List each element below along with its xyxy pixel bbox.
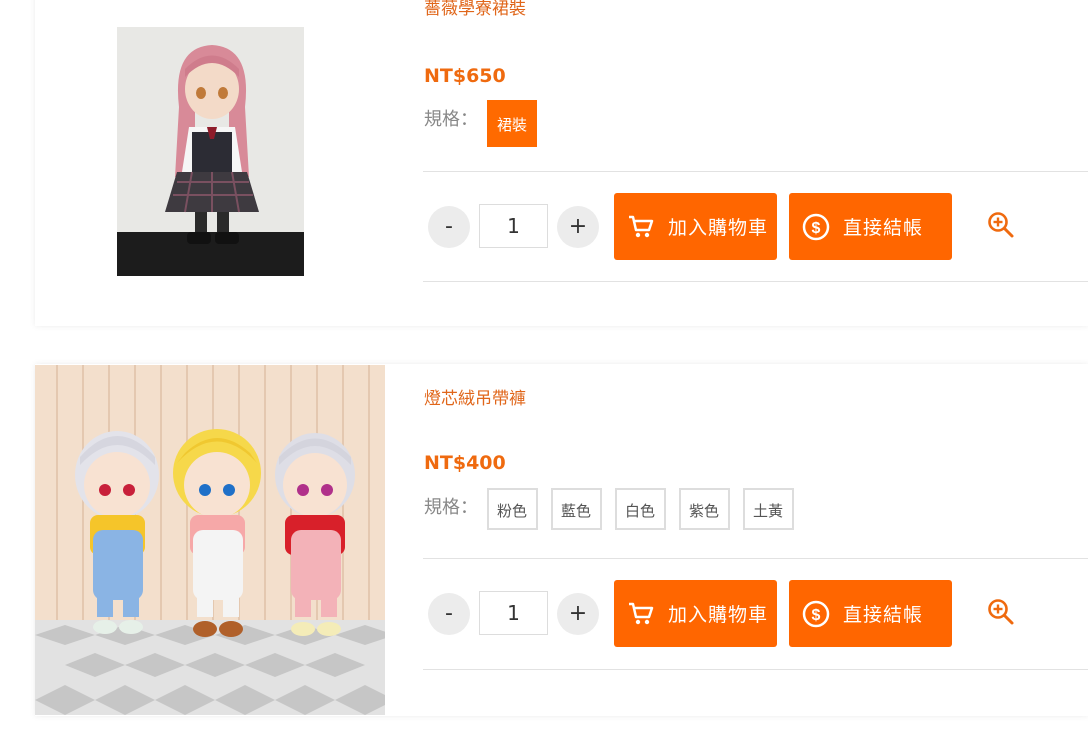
checkout-label: 直接結帳 <box>843 217 924 239</box>
spec-option[interactable]: 裙裝 <box>487 100 538 147</box>
spec-label: 規格： <box>424 497 478 518</box>
quantity-input[interactable]: 1 <box>479 204 548 248</box>
zoom-in-icon[interactable] <box>987 598 1015 626</box>
add-to-cart-label: 加入購物車 <box>668 604 769 626</box>
spec-option[interactable]: 藍色 <box>551 488 602 530</box>
divider <box>423 171 1088 172</box>
cart-icon <box>626 212 656 242</box>
product-title[interactable]: 薔薇學寮裙裝 <box>424 0 526 19</box>
divider <box>423 669 1088 670</box>
spec-option[interactable]: 土黃 <box>743 488 794 530</box>
cart-icon <box>626 599 656 629</box>
svg-text:$: $ <box>812 607 821 624</box>
quantity-decrease-button[interactable]: - <box>428 206 470 248</box>
product-price: NT$650 <box>424 65 506 87</box>
checkout-button[interactable]: $ 直接結帳 <box>789 580 952 647</box>
quantity-increase-button[interactable]: + <box>557 593 599 635</box>
svg-text:$: $ <box>812 220 821 237</box>
dollar-coin-icon: $ <box>801 599 831 629</box>
product-title[interactable]: 燈芯絨吊帶褲 <box>424 384 526 409</box>
product-card: 薔薇學寮裙裝 NT$650 規格： 裙裝 - 1 + 加入購物車 $ 直接結帳 <box>35 0 1088 326</box>
checkout-label: 直接結帳 <box>843 604 924 626</box>
product-image[interactable] <box>35 365 385 715</box>
dollar-coin-icon: $ <box>801 212 831 242</box>
spec-option[interactable]: 紫色 <box>679 488 730 530</box>
product-card: 燈芯絨吊帶褲 NT$400 規格： 粉色 藍色 白色 紫色 土黃 - 1 + 加… <box>35 364 1088 716</box>
spec-option[interactable]: 粉色 <box>487 488 538 530</box>
add-to-cart-button[interactable]: 加入購物車 <box>614 580 777 647</box>
quantity-input[interactable]: 1 <box>479 591 548 635</box>
add-to-cart-button[interactable]: 加入購物車 <box>614 193 777 260</box>
divider <box>423 558 1088 559</box>
product-image[interactable] <box>117 27 304 276</box>
zoom-in-icon[interactable] <box>987 211 1015 239</box>
quantity-decrease-button[interactable]: - <box>428 593 470 635</box>
spec-option[interactable]: 白色 <box>615 488 666 530</box>
divider <box>423 281 1088 282</box>
product-price: NT$400 <box>424 452 506 474</box>
add-to-cart-label: 加入購物車 <box>668 217 769 239</box>
quantity-increase-button[interactable]: + <box>557 206 599 248</box>
checkout-button[interactable]: $ 直接結帳 <box>789 193 952 260</box>
spec-label: 規格： <box>424 109 478 130</box>
